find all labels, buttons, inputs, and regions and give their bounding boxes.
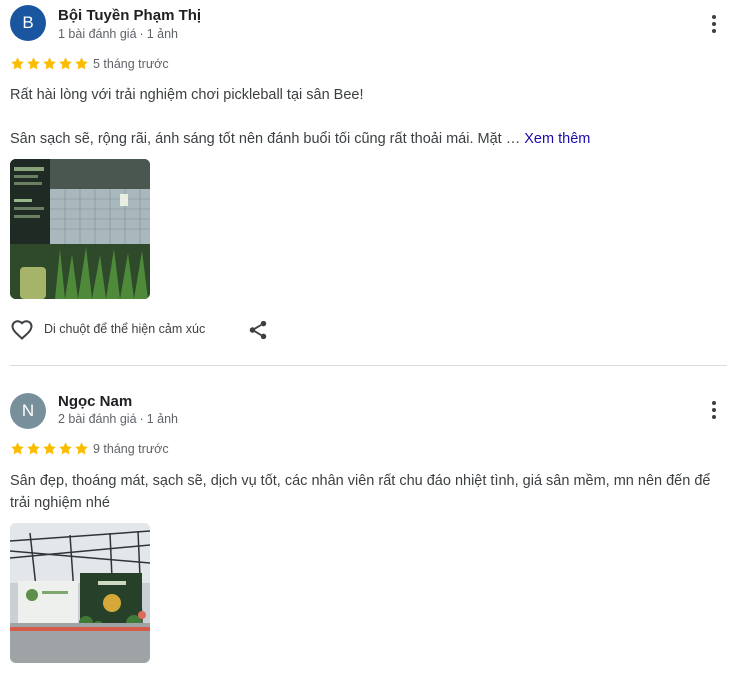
review-text: Sân đẹp, thoáng mát, sạch sẽ, dịch vụ tố… xyxy=(10,473,711,511)
review-photo[interactable] xyxy=(10,523,150,663)
photo-count: 1 ảnh xyxy=(146,412,178,426)
review-card: N Ngọc Nam 2 bài đánh giá · 1 ảnh 9 tháng … xyxy=(0,0,741,677)
reviewer-name[interactable]: Ngọc Nam xyxy=(58,393,132,410)
avatar[interactable]: N xyxy=(10,393,46,429)
review-time: 9 tháng trước xyxy=(93,442,169,456)
more-vert-icon[interactable] xyxy=(700,396,728,424)
star-icon xyxy=(75,442,88,455)
star-icon xyxy=(59,442,72,455)
avatar-letter: N xyxy=(21,401,35,420)
venue-photo-image xyxy=(10,523,150,663)
star-icon xyxy=(43,442,56,455)
star-rating xyxy=(10,441,89,456)
review-count: 2 bài đánh giá xyxy=(58,412,137,426)
reviewer-meta: 2 bài đánh giá · 1 ảnh xyxy=(58,412,178,426)
star-icon xyxy=(27,442,40,455)
star-icon xyxy=(11,442,24,455)
